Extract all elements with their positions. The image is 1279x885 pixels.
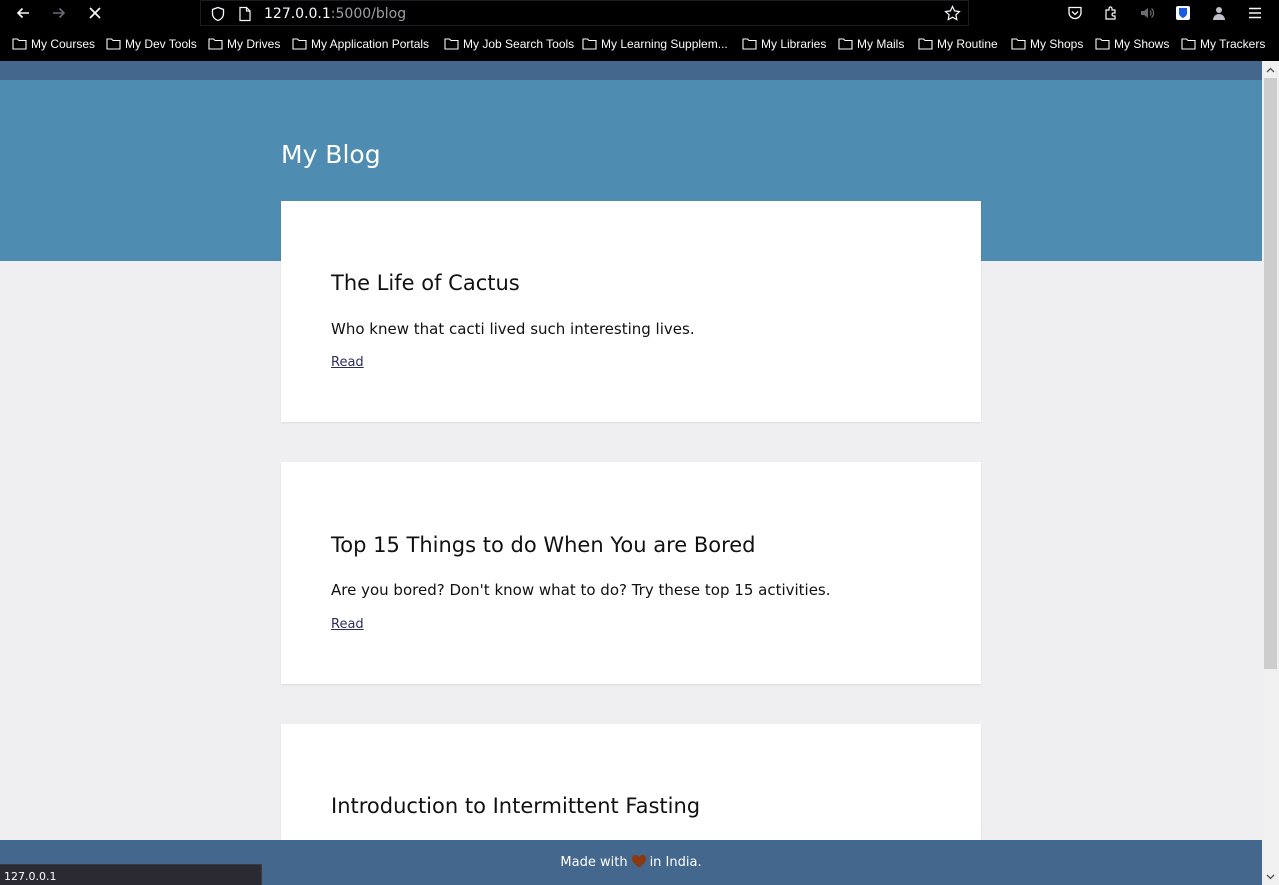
- bookmark-label: My Drives: [227, 36, 281, 51]
- bookmark-folder[interactable]: My Drives: [208, 26, 280, 61]
- folder-icon: [106, 38, 121, 50]
- bookmark-folder[interactable]: My Shops: [1011, 26, 1083, 61]
- menu-button[interactable]: [1241, 0, 1269, 26]
- pocket-icon: [1068, 6, 1082, 20]
- bookmark-label: My Application Portals: [311, 36, 430, 51]
- folder-icon: [1011, 38, 1026, 50]
- speaker-icon: [1141, 8, 1155, 18]
- status-bar: 127.0.0.1: [0, 864, 262, 885]
- scroll-up-button[interactable]: [1262, 61, 1279, 78]
- page-title: My Blog: [281, 140, 381, 169]
- bookmark-folder[interactable]: My Routine: [918, 26, 998, 61]
- folder-icon: [1181, 38, 1196, 50]
- pocket-button[interactable]: [1061, 0, 1089, 26]
- page-viewport: My Blog The Life of Cactus Who knew that…: [0, 61, 1262, 885]
- forward-button[interactable]: [44, 0, 74, 26]
- bookmark-label: My Shows: [1114, 36, 1170, 51]
- folder-icon: [838, 38, 853, 50]
- bookmark-label: My Shops: [1030, 36, 1084, 51]
- bookmark-folder[interactable]: My Learning Supplem...: [582, 26, 728, 61]
- bookmark-label: My Libraries: [761, 36, 827, 51]
- url-host: 127.0.0.1: [264, 6, 331, 22]
- folder-icon: [208, 38, 223, 50]
- folder-icon: [292, 38, 307, 50]
- shield-icon: [211, 6, 225, 22]
- extensions-button[interactable]: [1097, 0, 1125, 26]
- heart-icon: [631, 855, 646, 868]
- post-title: Introduction to Intermittent Fasting: [331, 794, 701, 818]
- folder-icon: [918, 38, 933, 50]
- back-button[interactable]: [8, 0, 38, 26]
- bookmark-folder[interactable]: My Dev Tools: [106, 26, 197, 61]
- url-text[interactable]: 127.0.0.1:5000/blog: [264, 6, 406, 22]
- bookmark-folder[interactable]: My Trackers: [1181, 26, 1265, 61]
- top-nav-strip: [0, 61, 1262, 80]
- folder-icon: [742, 38, 757, 50]
- bookmark-folder[interactable]: My Application Portals: [292, 26, 429, 61]
- read-link[interactable]: Read: [331, 355, 364, 370]
- bookmark-folder[interactable]: My Shows: [1095, 26, 1169, 61]
- post-card: The Life of Cactus Who knew that cacti l…: [281, 201, 981, 422]
- post-card: Top 15 Things to do When You are Bored A…: [281, 462, 981, 684]
- footer-text-after: in India.: [649, 855, 702, 870]
- puzzle-icon: [1105, 6, 1116, 20]
- scrollbar-thumb[interactable]: [1264, 78, 1277, 669]
- stop-loading-button[interactable]: [80, 0, 110, 26]
- folder-icon: [1095, 38, 1110, 50]
- bookmark-label: My Dev Tools: [125, 36, 197, 51]
- audio-button[interactable]: [1133, 0, 1161, 26]
- page-scrollbar[interactable]: [1262, 61, 1279, 885]
- bookmark-folder[interactable]: My Job Search Tools: [444, 26, 574, 61]
- post-title: Top 15 Things to do When You are Bored: [331, 533, 756, 557]
- chevron-down-icon: [1266, 874, 1275, 879]
- read-link[interactable]: Read: [331, 617, 364, 632]
- post-description: Are you bored? Don't know what to do? Tr…: [331, 581, 831, 599]
- scroll-down-button[interactable]: [1262, 868, 1279, 885]
- hamburger-icon: [1249, 7, 1261, 19]
- footer-text-before: Made with: [560, 855, 628, 870]
- close-icon: [89, 7, 101, 19]
- star-icon[interactable]: [944, 5, 961, 22]
- bitwarden-button[interactable]: [1169, 0, 1197, 26]
- arrow-right-icon: [53, 7, 66, 19]
- post-description: Who knew that cacti lived such interesti…: [331, 320, 695, 338]
- bookmark-label: My Courses: [31, 36, 96, 51]
- arrow-left-icon: [16, 7, 29, 19]
- shield-lock-icon: [1176, 6, 1190, 20]
- bookmark-label: My Mails: [857, 36, 905, 51]
- profile-extension-button[interactable]: [1205, 0, 1233, 26]
- folder-icon: [444, 38, 459, 50]
- chevron-up-icon: [1266, 67, 1275, 72]
- url-bar[interactable]: 127.0.0.1:5000/blog: [200, 0, 969, 26]
- folder-icon: [582, 38, 597, 50]
- bookmark-folder[interactable]: My Courses: [12, 26, 95, 61]
- browser-toolbar: 127.0.0.1:5000/blog: [0, 0, 1279, 26]
- bookmarks-bar: My Courses My Dev Tools My Drives My App…: [0, 26, 1279, 61]
- folder-icon: [12, 38, 27, 50]
- bookmark-folder[interactable]: My Mails: [838, 26, 904, 61]
- bookmark-label: My Learning Supplem...: [601, 36, 728, 51]
- url-path: :5000/blog: [330, 6, 407, 22]
- post-title: The Life of Cactus: [331, 271, 520, 295]
- bookmark-label: My Job Search Tools: [463, 36, 575, 51]
- bookmark-label: My Trackers: [1200, 36, 1266, 51]
- page-icon: [239, 6, 251, 22]
- bookmark-folder[interactable]: My Libraries: [742, 26, 826, 61]
- bookmark-label: My Routine: [937, 36, 998, 51]
- user-icon: [1213, 7, 1225, 20]
